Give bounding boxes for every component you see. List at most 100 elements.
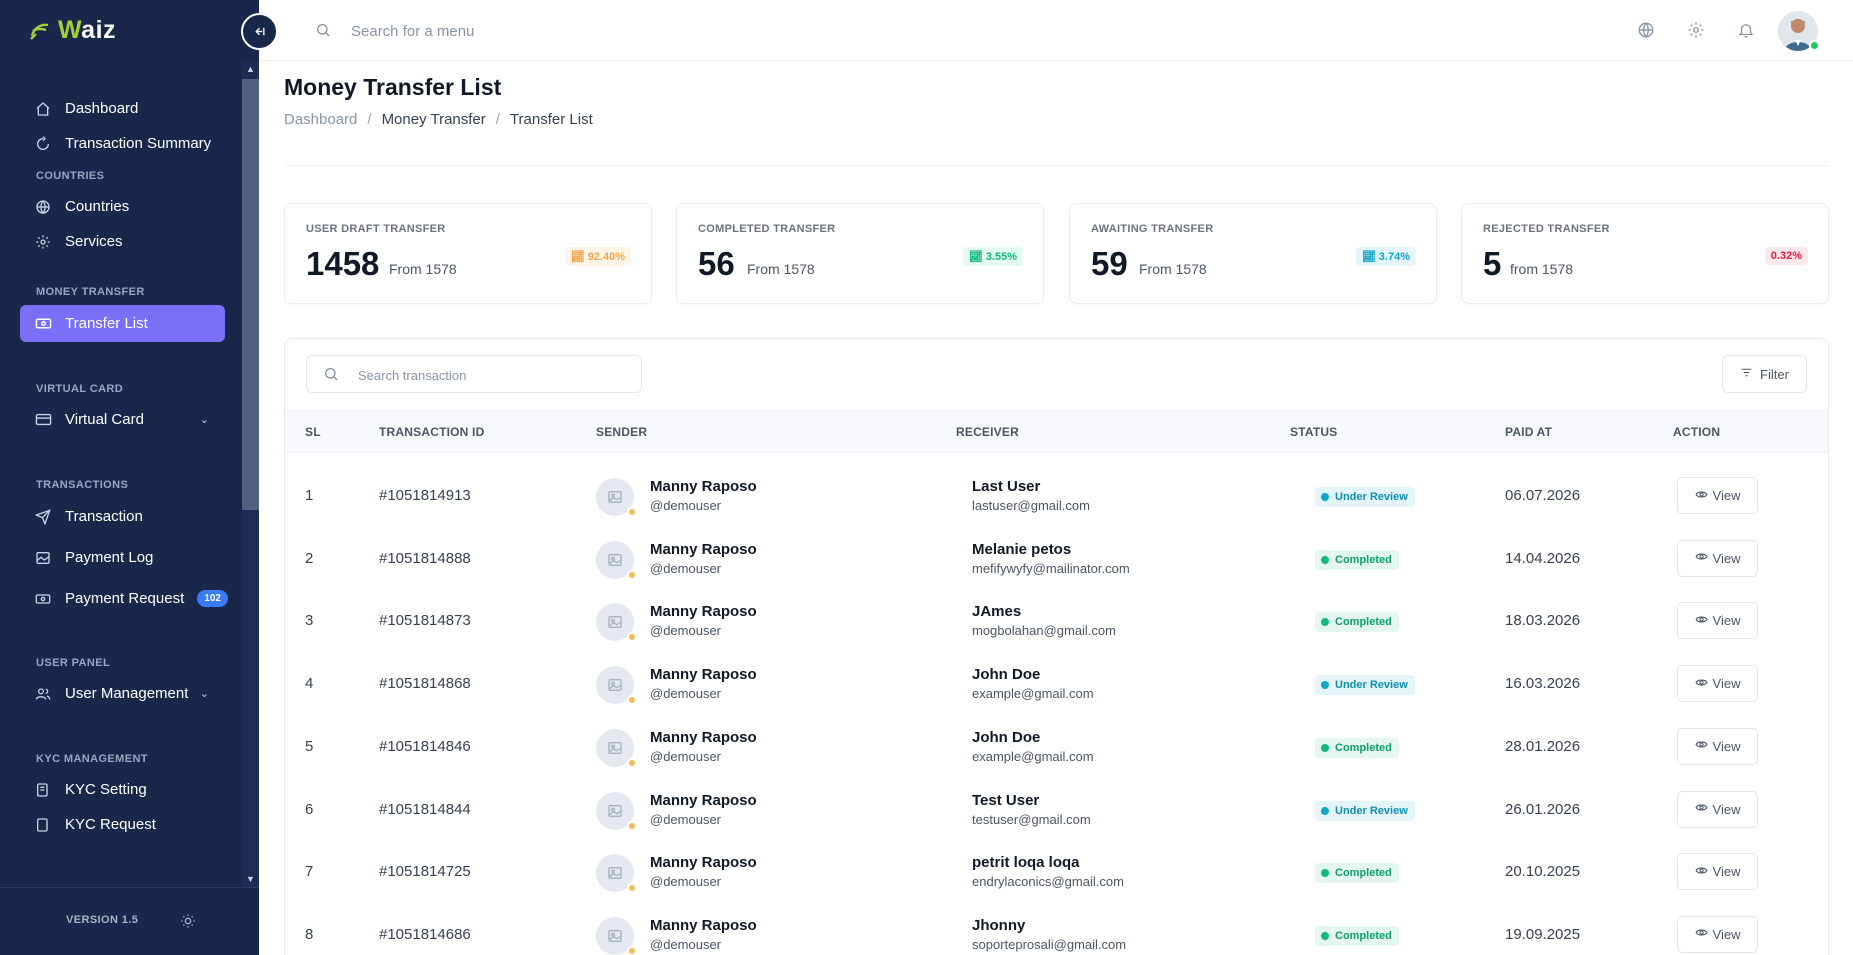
receiver-name: petrit loqa loqa bbox=[972, 854, 1080, 872]
stat-from: from 1578 bbox=[1510, 261, 1574, 277]
image-icon bbox=[34, 549, 52, 567]
sidebar-item-transaction-summary[interactable]: Transaction Summary bbox=[20, 125, 225, 162]
filter-button[interactable]: Filter bbox=[1722, 355, 1807, 393]
sidebar-item-services[interactable]: Services bbox=[20, 223, 225, 260]
status-dot bbox=[627, 695, 637, 706]
sidebar-item-virtual-card[interactable]: Virtual Card ⌄ bbox=[20, 401, 225, 438]
send-icon bbox=[34, 508, 52, 526]
search-icon bbox=[323, 366, 339, 387]
sidebar-collapse-button[interactable] bbox=[241, 13, 278, 50]
status-badge: Completed bbox=[1315, 549, 1399, 570]
sidebar-item-label: Transaction Summary bbox=[65, 135, 212, 152]
view-button[interactable]: View bbox=[1677, 790, 1758, 828]
sidebar-item-label: KYC Setting bbox=[65, 781, 147, 798]
sidebar-item-transfer-list[interactable]: Transfer List bbox=[20, 305, 225, 342]
view-button[interactable]: View bbox=[1677, 853, 1758, 891]
column-header: STATUS bbox=[1290, 425, 1338, 439]
transaction-search[interactable] bbox=[306, 355, 642, 393]
view-button[interactable]: View bbox=[1677, 665, 1758, 703]
receiver-name: Jhonny bbox=[972, 916, 1026, 934]
eye-icon bbox=[1694, 864, 1708, 880]
sidebar-item-user-management[interactable]: User Management ⌄ bbox=[20, 675, 225, 712]
bell-icon[interactable] bbox=[1737, 21, 1755, 44]
receiver-email: example@gmail.com bbox=[972, 686, 1094, 702]
view-button[interactable]: View bbox=[1677, 539, 1758, 577]
breadcrumb-item-transfer-list: Transfer List bbox=[509, 111, 593, 128]
transaction-id: #1051814913 bbox=[379, 487, 471, 504]
transaction-search-input[interactable] bbox=[358, 365, 628, 385]
document-icon bbox=[34, 816, 52, 834]
sender-username: @demouser bbox=[650, 498, 722, 513]
scroll-down-icon[interactable]: ▼ bbox=[242, 871, 259, 887]
scrollbar-thumb[interactable] bbox=[242, 79, 259, 510]
status-badge: Completed bbox=[1315, 737, 1399, 758]
sidebar-item-kyc-setting[interactable]: KYC Setting bbox=[20, 771, 225, 808]
sidebar-item-payment-log[interactable]: Payment Log bbox=[20, 539, 225, 576]
sidebar-item-label: User Management bbox=[65, 685, 189, 702]
stat-label: AWAITING TRANSFER bbox=[1091, 223, 1214, 235]
trend-up-icon: 📈︎ bbox=[1361, 251, 1376, 263]
paid-at-date: 06.07.2026 bbox=[1505, 487, 1581, 504]
sidebar-item-kyc-request[interactable]: KYC Request bbox=[20, 806, 225, 843]
receiver-email: endrylaconics@gmail.com bbox=[972, 874, 1124, 890]
table-row: 1 #1051814913 Manny Raposo @demouser Last Us… bbox=[285, 463, 1828, 525]
sidebar-item-countries[interactable]: Countries bbox=[20, 188, 225, 225]
paid-at-date: 16.03.2026 bbox=[1505, 675, 1581, 693]
globe-icon[interactable] bbox=[1637, 21, 1655, 44]
table-row: 4 #1051814868 Manny Raposo @demouser John Do… bbox=[285, 651, 1828, 713]
status-badge: Completed bbox=[1315, 925, 1399, 946]
gear-icon[interactable] bbox=[1687, 21, 1705, 44]
sidebar-item-dashboard[interactable]: Dashboard bbox=[20, 90, 225, 127]
table-row: 7 #1051814725 Manny Raposo @demouser petrit … bbox=[285, 839, 1828, 901]
divider bbox=[284, 165, 1829, 166]
breadcrumb-item-money-transfer[interactable]: Money Transfer bbox=[382, 111, 486, 128]
breadcrumb-separator: / bbox=[367, 111, 372, 128]
eye-icon bbox=[1694, 613, 1708, 629]
sidebar-item-label: Payment Request bbox=[65, 590, 185, 607]
scroll-up-icon[interactable]: ▲ bbox=[242, 61, 259, 77]
column-header: ACTION bbox=[1673, 425, 1721, 439]
sidebar-footer: VERSION 1.5 bbox=[0, 887, 259, 955]
column-header: PAID AT bbox=[1505, 425, 1553, 439]
breadcrumb-item-dashboard[interactable]: Dashboard bbox=[284, 111, 357, 128]
breadcrumb: Dashboard / Money Transfer / Transfer Li… bbox=[284, 111, 593, 128]
stat-from: From 1578 bbox=[1139, 261, 1207, 277]
breadcrumb-separator: / bbox=[495, 111, 500, 128]
nav-section-title: VIRTUAL CARD bbox=[36, 383, 124, 395]
row-sl: 7 bbox=[305, 863, 314, 881]
view-button[interactable]: View bbox=[1677, 727, 1758, 765]
card-icon bbox=[34, 411, 52, 429]
sender-username: @demouser bbox=[650, 623, 722, 639]
brand-logo[interactable]: Waiz bbox=[0, 0, 259, 61]
sender-name: Manny Raposo bbox=[650, 854, 757, 872]
menu-search-input[interactable] bbox=[351, 20, 751, 42]
table-row: 2 #1051814888 Manny Raposo @demouser Melanie… bbox=[285, 526, 1828, 588]
chevron-down-icon: ⌄ bbox=[199, 688, 209, 700]
stat-label: USER DRAFT TRANSFER bbox=[306, 223, 446, 235]
sidebar-scrollbar[interactable]: ▲ ▼ bbox=[242, 61, 259, 887]
status-dot bbox=[1321, 743, 1329, 752]
sender-username: @demouser bbox=[650, 748, 722, 764]
refresh-icon bbox=[34, 135, 52, 153]
globe-icon bbox=[34, 198, 52, 216]
sender-name: Manny Raposo bbox=[650, 540, 757, 558]
nav-section-title: KYC MANAGEMENT bbox=[36, 753, 148, 765]
row-sl: 2 bbox=[305, 549, 314, 567]
nav-section-title: USER PANEL bbox=[36, 657, 111, 669]
view-button[interactable]: View bbox=[1677, 915, 1758, 953]
sidebar-item-transaction[interactable]: Transaction bbox=[20, 498, 225, 535]
stat-change-badge: 📈︎ 92.40% bbox=[564, 247, 631, 266]
status-badge: Under Review bbox=[1315, 487, 1415, 507]
receiver-email: mogbolahan@gmail.com bbox=[972, 623, 1116, 639]
sun-icon[interactable] bbox=[180, 913, 196, 934]
table-row: 8 #1051814686 Manny Raposo @demouser Jhonny s… bbox=[285, 902, 1828, 955]
transaction-id: #1051814844 bbox=[379, 800, 471, 818]
sidebar-item-payment-request[interactable]: Payment Request 102 bbox=[20, 580, 228, 617]
sidebar-item-label: KYC Request bbox=[65, 816, 156, 833]
eye-icon bbox=[1694, 550, 1708, 566]
page-title: Money Transfer List bbox=[284, 74, 502, 100]
paid-at-date: 26.01.2026 bbox=[1505, 800, 1581, 818]
view-button[interactable]: View bbox=[1677, 602, 1758, 640]
view-button[interactable]: View bbox=[1677, 477, 1758, 514]
stat-from: From 1578 bbox=[747, 261, 815, 277]
